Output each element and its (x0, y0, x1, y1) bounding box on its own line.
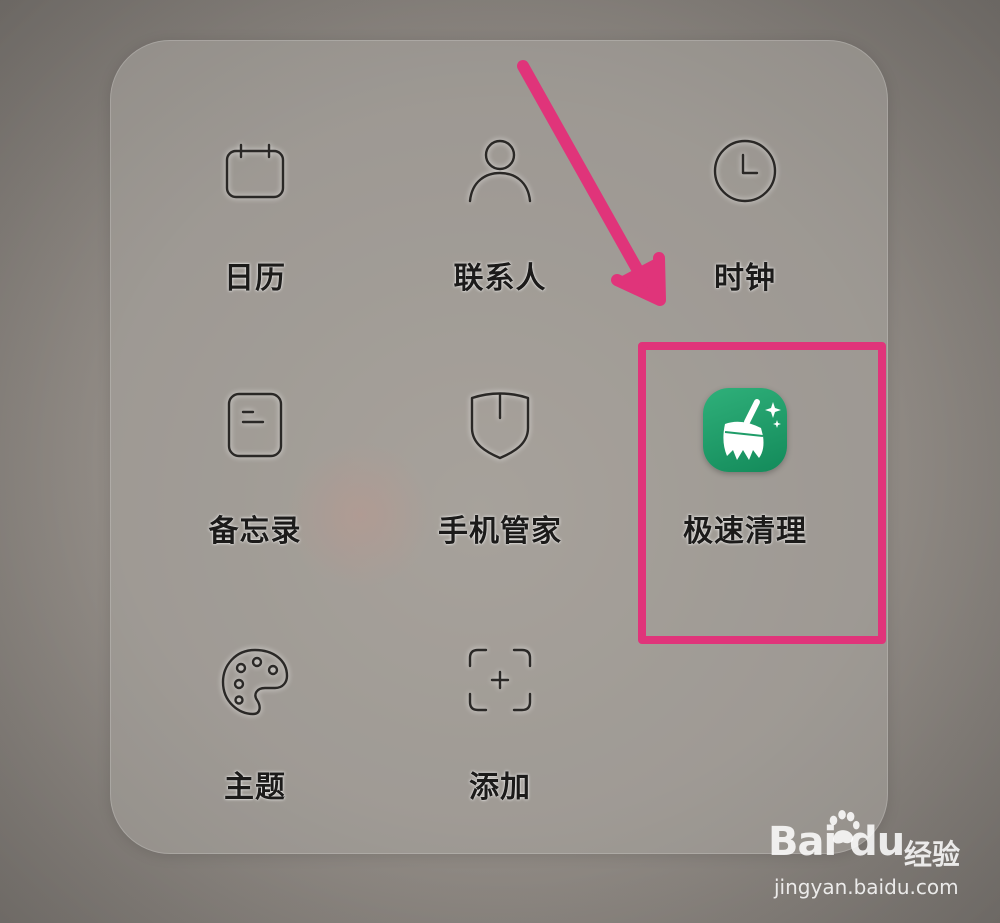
app-themes[interactable]: 主题 (130, 644, 380, 884)
paw-icon (829, 809, 860, 844)
person-icon (460, 135, 540, 215)
app-label: 时钟 (714, 261, 776, 296)
app-label: 联系人 (453, 261, 547, 296)
app-add[interactable]: 添加 (375, 644, 625, 884)
baidu-watermark: Bai du 经验 jingyan.baidu.com (768, 809, 988, 905)
app-calendar[interactable]: 日历 (130, 135, 380, 375)
app-label: 添加 (469, 770, 531, 805)
app-notes[interactable]: 备忘录 (130, 388, 380, 628)
add-frame-icon (460, 644, 540, 724)
app-clock[interactable]: 时钟 (620, 135, 870, 375)
clock-icon (705, 135, 785, 215)
watermark-url: jingyan.baidu.com (774, 875, 959, 899)
shield-icon (460, 388, 540, 468)
app-label: 日历 (224, 261, 286, 296)
app-label: 主题 (224, 770, 286, 805)
palette-icon (215, 644, 295, 724)
app-phone-manager[interactable]: 手机管家 (375, 388, 625, 628)
note-icon (215, 388, 295, 468)
calendar-icon (215, 135, 295, 215)
app-label: 手机管家 (438, 514, 562, 549)
highlight-box (638, 342, 886, 644)
app-label: 备忘录 (208, 514, 302, 549)
app-contacts[interactable]: 联系人 (375, 135, 625, 375)
watermark-cn: 经验 (904, 838, 961, 871)
